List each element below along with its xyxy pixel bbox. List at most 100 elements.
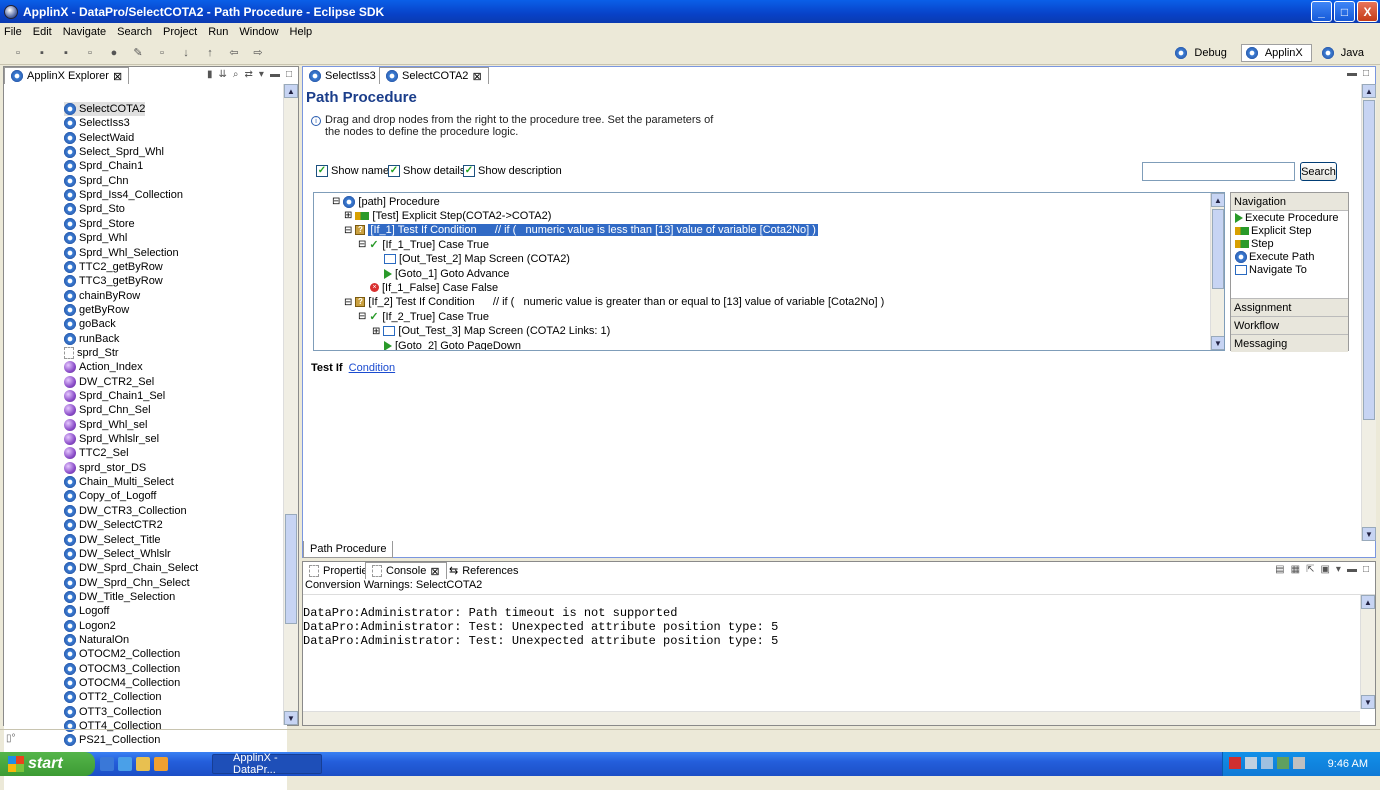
collapse-node-icon[interactable]: ⊟: [344, 225, 352, 236]
menu-window[interactable]: Window: [239, 26, 278, 38]
open-console-icon[interactable]: ▾: [1336, 564, 1341, 575]
explorer-item[interactable]: chainByRow: [64, 289, 140, 303]
explorer-item[interactable]: DW_Title_Selection: [64, 590, 175, 604]
pin-console-icon[interactable]: ⇱: [1306, 564, 1314, 575]
palette-step[interactable]: Step: [1231, 237, 1348, 250]
link-icon[interactable]: ⇊: [219, 69, 227, 80]
scroll-thumb[interactable]: [1212, 209, 1224, 289]
explorer-item[interactable]: OTOCM4_Collection: [64, 676, 180, 690]
explorer-item[interactable]: Sprd_Iss4_Collection: [64, 188, 183, 202]
scroll-thumb[interactable]: [285, 514, 297, 624]
forward-icon[interactable]: ⇨: [250, 46, 266, 60]
collapse-node-icon[interactable]: ⊟: [358, 311, 366, 322]
explorer-item[interactable]: DW_CTR3_Collection: [64, 504, 187, 518]
search-input[interactable]: [1142, 162, 1295, 181]
explorer-item[interactable]: Sprd_Whl_sel: [64, 418, 147, 432]
explorer-item[interactable]: Sprd_Whlslr_sel: [64, 432, 159, 446]
quicklaunch-app-icon[interactable]: [154, 757, 168, 771]
perspective-applinx[interactable]: ApplinX: [1240, 44, 1312, 62]
filter-icon[interactable]: ⌕: [233, 69, 239, 80]
console-hscrollbar[interactable]: [303, 711, 1360, 725]
new-icon[interactable]: ▫: [10, 46, 26, 60]
internet-explorer-icon[interactable]: [118, 757, 132, 771]
show-description-checkbox[interactable]: ✓ Show description: [463, 165, 562, 177]
menu-edit[interactable]: Edit: [33, 26, 52, 38]
procedure-node[interactable]: ⊟ ✓ [If_1_True] Case True: [358, 238, 489, 252]
show-name-checkbox[interactable]: ✓ Show name: [316, 165, 389, 177]
sync-icon[interactable]: ⇄: [245, 69, 253, 80]
scroll-down-icon[interactable]: ▼: [284, 711, 298, 725]
condition-link[interactable]: Condition: [349, 362, 395, 374]
close-tab-icon[interactable]: ⊠: [113, 70, 122, 83]
palette-navigate-to[interactable]: Navigate To: [1231, 263, 1348, 276]
close-tab-icon[interactable]: ⊠: [472, 70, 481, 83]
menu-run[interactable]: Run: [208, 26, 228, 38]
close-button[interactable]: X: [1357, 1, 1378, 22]
antivirus-icon[interactable]: [1229, 757, 1241, 769]
explorer-item[interactable]: DW_Select_Whlslr: [64, 547, 171, 561]
explorer-item[interactable]: getByRow: [64, 303, 129, 317]
palette-assignment[interactable]: Assignment: [1231, 298, 1348, 316]
show-details-checkbox[interactable]: ✓ Show details: [388, 165, 465, 177]
folder-icon[interactable]: [136, 757, 150, 771]
maximize-view-icon[interactable]: □: [1363, 564, 1369, 575]
network-icon[interactable]: [1245, 757, 1257, 769]
search-button[interactable]: Search: [1300, 162, 1337, 181]
back-icon[interactable]: ⇦: [226, 46, 242, 60]
console-scrollbar[interactable]: ▲ ▼: [1360, 595, 1375, 709]
explorer-item[interactable]: Select_Sprd_Whl: [64, 145, 164, 159]
scroll-thumb[interactable]: [1363, 100, 1375, 420]
clear-console-icon[interactable]: ▤: [1275, 564, 1284, 575]
explorer-item[interactable]: Sprd_Chain1: [64, 159, 143, 173]
minimize-view-icon[interactable]: ▬: [1347, 564, 1357, 575]
minimize-view-icon[interactable]: ▬: [1347, 68, 1357, 79]
save-icon[interactable]: ▪: [34, 46, 50, 60]
print-icon[interactable]: ▫: [82, 46, 98, 60]
procedure-node[interactable]: [Goto_2] Goto PageDown: [372, 339, 521, 350]
maximize-button[interactable]: □: [1334, 1, 1355, 22]
taskbar-item-applinx[interactable]: ApplinX - DataPr...: [212, 752, 322, 776]
procedure-node[interactable]: [Goto_1] Goto Advance: [372, 267, 509, 280]
explorer-item[interactable]: runBack: [64, 332, 119, 346]
explorer-item[interactable]: Logoff: [64, 604, 109, 618]
palette-execute-procedure[interactable]: Execute Procedure: [1231, 211, 1348, 224]
explorer-item[interactable]: Sprd_Whl_Selection: [64, 246, 179, 260]
editor-scrollbar[interactable]: ▲ ▼: [1361, 84, 1376, 541]
explorer-item[interactable]: Chain_Multi_Select: [64, 475, 174, 489]
palette-messaging[interactable]: Messaging: [1231, 334, 1348, 352]
explorer-item[interactable]: SelectCOTA2: [64, 102, 146, 116]
explorer-item[interactable]: Sprd_Chain1_Sel: [64, 389, 165, 403]
explorer-item[interactable]: DW_Sprd_Chn_Select: [64, 576, 190, 590]
procedure-node[interactable]: ⊟? [If_1] Test If Condition // if ( numer…: [344, 224, 818, 237]
prev-annotation-icon[interactable]: ↑: [202, 46, 218, 60]
procedure-node[interactable]: ⊟? [If_2] Test If Condition // if ( numer…: [344, 296, 884, 309]
palette-execute-path[interactable]: Execute Path: [1231, 250, 1348, 263]
explorer-item[interactable]: Logon2: [64, 619, 116, 633]
palette-explicit-step[interactable]: Explicit Step: [1231, 224, 1348, 237]
explorer-item[interactable]: Sprd_Store: [64, 217, 135, 231]
explorer-item[interactable]: Sprd_Chn_Sel: [64, 403, 151, 417]
explorer-item[interactable]: DW_Sprd_Chain_Select: [64, 561, 198, 575]
menu-navigate[interactable]: Navigate: [63, 26, 106, 38]
start-button[interactable]: start: [0, 752, 95, 776]
explorer-item[interactable]: NaturalOn: [64, 633, 129, 647]
explorer-item[interactable]: DW_CTR2_Sel: [64, 375, 154, 389]
minimize-button[interactable]: _: [1311, 1, 1332, 22]
tab-references[interactable]: ⇆ References: [443, 562, 524, 579]
menu-project[interactable]: Project: [163, 26, 197, 38]
display-console-icon[interactable]: ▣: [1320, 564, 1329, 575]
checkbox-checked-icon[interactable]: ✓: [388, 165, 400, 177]
fast-view-icon[interactable]: ▯°: [6, 733, 16, 744]
explorer-item[interactable]: OTOCM3_Collection: [64, 662, 180, 676]
procedure-node[interactable]: ⊟ [path] Procedure: [332, 195, 440, 208]
checkbox-checked-icon[interactable]: ✓: [316, 165, 328, 177]
tab-applinx-explorer[interactable]: ApplinX Explorer ⊠: [4, 67, 130, 84]
scroll-down-icon[interactable]: ▼: [1361, 695, 1375, 709]
maximize-view-icon[interactable]: □: [1363, 68, 1369, 79]
save-all-icon[interactable]: ▪: [58, 46, 74, 60]
procedure-tree-scrollbar[interactable]: ▲ ▼: [1210, 193, 1224, 350]
procedure-node[interactable]: × [If_1_False] Case False: [358, 281, 498, 294]
explorer-item[interactable]: sprd_Str: [64, 346, 119, 360]
palette-navigation-header[interactable]: Navigation: [1231, 193, 1348, 211]
scroll-down-icon[interactable]: ▼: [1211, 336, 1224, 350]
